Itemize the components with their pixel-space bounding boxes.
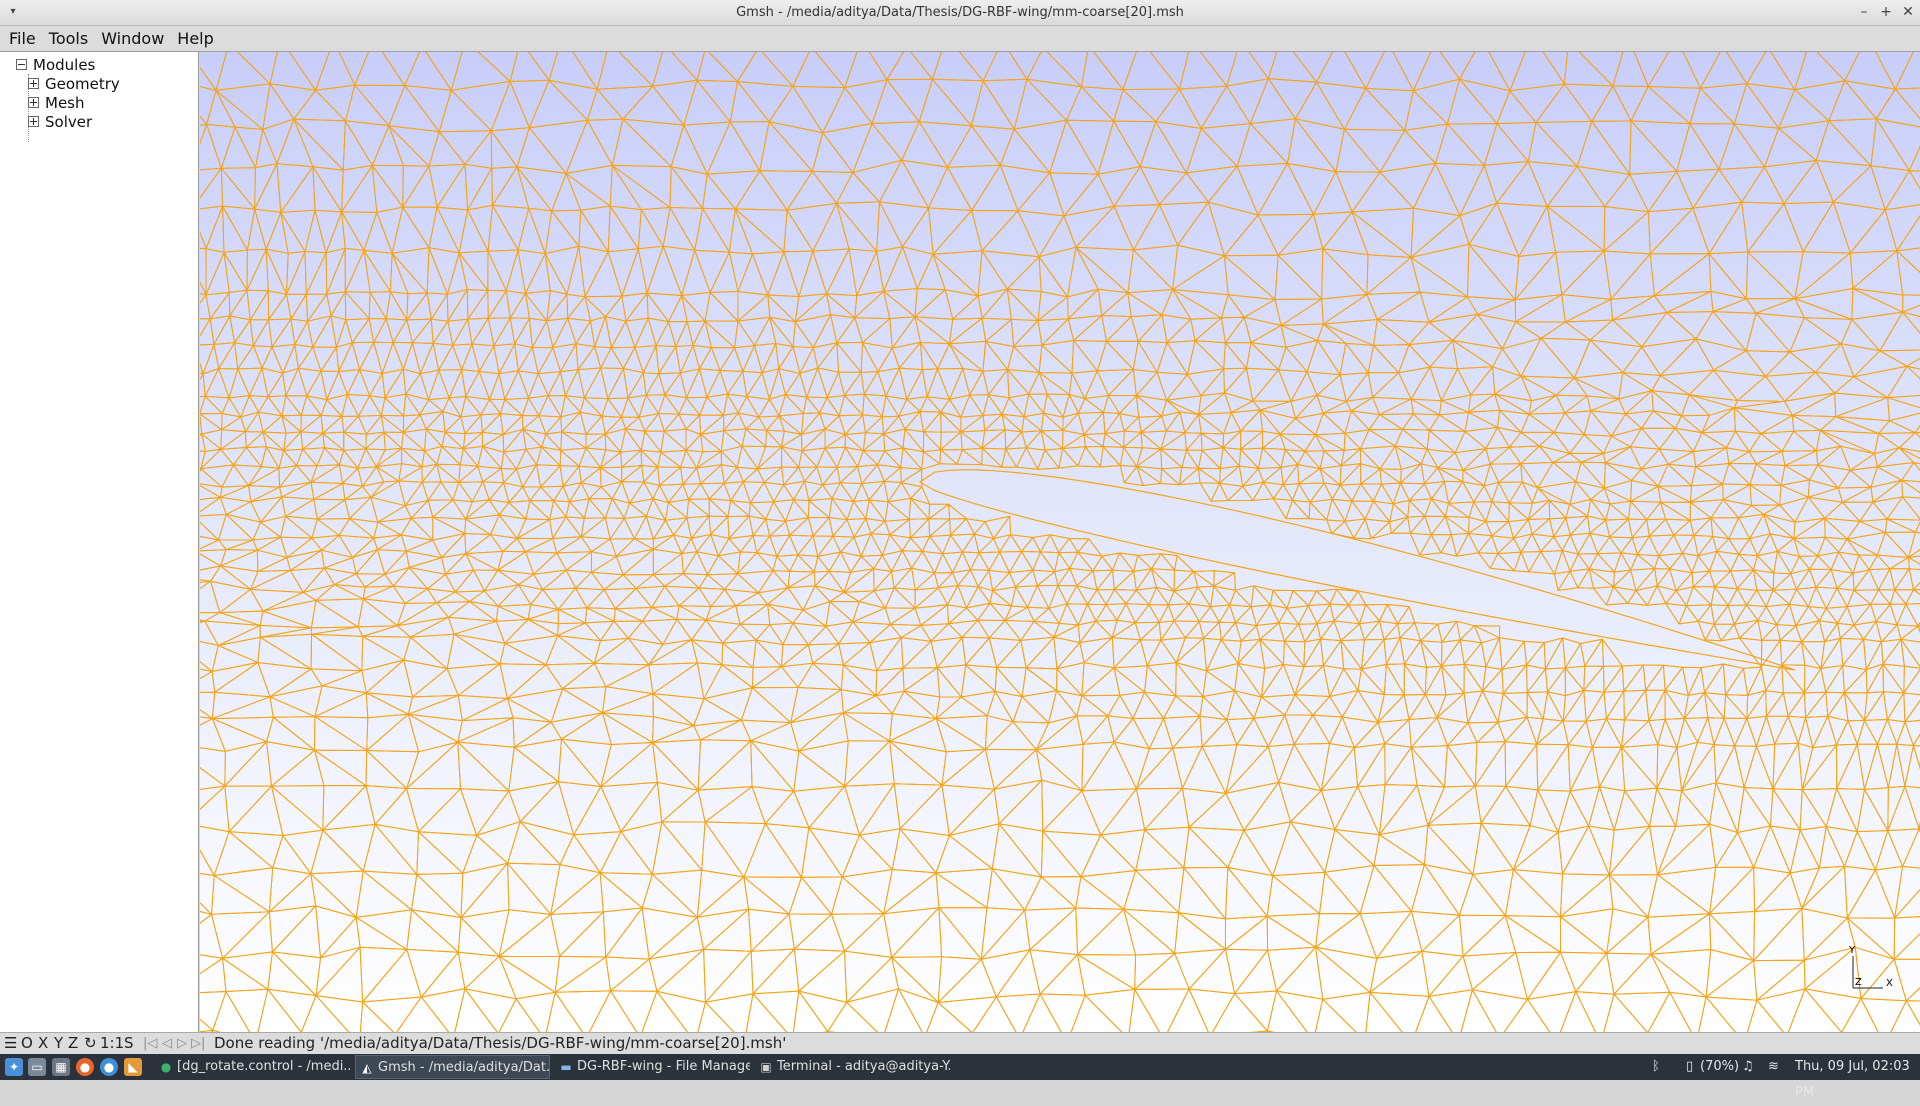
- task-gmsh[interactable]: ◭Gmsh - /media/aditya/Dat...: [355, 1055, 550, 1079]
- app-launcher-icon[interactable]: ◣: [124, 1058, 142, 1076]
- expand-icon[interactable]: [28, 116, 39, 127]
- tree-item-geometry[interactable]: Geometry: [28, 75, 120, 94]
- tree-item-label: Mesh: [45, 94, 85, 112]
- mesh-canvas: [200, 52, 1920, 1032]
- window-title: Gmsh - /media/aditya/Data/Thesis/DG-RBF-…: [0, 5, 1920, 20]
- terminal-icon: ▣: [758, 1059, 774, 1075]
- nav-last-icon[interactable]: ▷|: [191, 1033, 205, 1054]
- wifi-icon[interactable]: ≋: [1768, 1054, 1779, 1080]
- tree-item-modules[interactable]: Modules: [16, 56, 95, 75]
- nav-next-icon[interactable]: ▷: [177, 1033, 187, 1054]
- file-manager-icon[interactable]: ▭: [28, 1058, 46, 1076]
- menu-file[interactable]: File: [5, 26, 40, 51]
- view-s-button[interactable]: S: [124, 1033, 134, 1054]
- x-axis-label: X: [1886, 978, 1893, 989]
- battery-level: (70%): [1700, 1054, 1739, 1080]
- gmsh-icon: ◭: [359, 1060, 375, 1076]
- status-bar: ☰ O X Y Z ↻ 1:1 S |◁ ◁ ▷ ▷| Done reading…: [0, 1032, 1920, 1054]
- nav-first-icon[interactable]: |◁: [143, 1033, 157, 1054]
- status-menu-icon[interactable]: ☰: [4, 1033, 17, 1054]
- battery-icon[interactable]: ▯: [1686, 1054, 1693, 1080]
- nav-prev-icon[interactable]: ◁: [162, 1033, 172, 1054]
- expand-icon[interactable]: [28, 97, 39, 108]
- tree-item-mesh[interactable]: Mesh: [28, 94, 85, 113]
- start-menu-icon[interactable]: ✦: [5, 1058, 23, 1076]
- close-button[interactable]: ✕: [1898, 2, 1918, 22]
- task-label: DG-RBF-wing - File Manager: [577, 1059, 750, 1074]
- clock: Thu, 09 Jul, 02:03 PM: [1795, 1054, 1920, 1106]
- bluetooth-icon[interactable]: ᛒ: [1652, 1054, 1660, 1080]
- graphics-viewport[interactable]: Y Z X: [200, 52, 1920, 1032]
- z-axis-label: Z: [1855, 977, 1862, 988]
- task-label: [dg_rotate.control - /medi...: [177, 1059, 350, 1074]
- view-y-button[interactable]: Y: [54, 1033, 63, 1054]
- menu-window[interactable]: Window: [97, 26, 168, 51]
- taskbar: ✦ ▭ ▦ ● ● ◣ ●[dg_rotate.control - /medi.…: [0, 1054, 1920, 1080]
- browser-icon[interactable]: ●: [100, 1058, 118, 1076]
- view-z-button[interactable]: Z: [68, 1033, 78, 1054]
- rotate-icon[interactable]: ↻: [84, 1033, 97, 1054]
- minimize-button[interactable]: –: [1854, 2, 1874, 22]
- editor-icon: ●: [158, 1059, 174, 1075]
- mesh-lines: [200, 52, 1920, 1032]
- task-terminal[interactable]: ▣Terminal - aditya@aditya-Y...: [755, 1055, 950, 1079]
- task-file-manager[interactable]: ▬DG-RBF-wing - File Manager: [555, 1055, 750, 1079]
- tree-item-label: Solver: [45, 113, 92, 131]
- tree-item-label: Geometry: [45, 75, 120, 93]
- firefox-icon[interactable]: ●: [76, 1058, 94, 1076]
- y-axis-label: Y: [1848, 946, 1856, 956]
- task-label: Terminal - aditya@aditya-Y...: [777, 1059, 950, 1074]
- axes-indicator: Y Z X: [1845, 946, 1895, 996]
- volume-icon[interactable]: ♫: [1742, 1054, 1754, 1080]
- menu-help[interactable]: Help: [173, 26, 217, 51]
- scale-button[interactable]: 1:1: [100, 1033, 124, 1054]
- menu-tools[interactable]: Tools: [45, 26, 92, 51]
- status-message: Done reading '/media/aditya/Data/Thesis/…: [214, 1033, 786, 1054]
- task-label: Gmsh - /media/aditya/Dat...: [378, 1060, 550, 1075]
- menu-bar: FileToolsWindowHelp: [0, 26, 1920, 52]
- maximize-button[interactable]: +: [1876, 2, 1896, 22]
- tree-item-solver[interactable]: Solver: [28, 113, 92, 132]
- title-bar: ▾ Gmsh - /media/aditya/Data/Thesis/DG-RB…: [0, 0, 1920, 26]
- task-dg-rotate[interactable]: ●[dg_rotate.control - /medi...: [155, 1055, 350, 1079]
- view-o-button[interactable]: O: [21, 1033, 33, 1054]
- tree-item-label: Modules: [33, 56, 95, 74]
- view-x-button[interactable]: X: [38, 1033, 48, 1054]
- module-tree: Modules Geometry Mesh Solver ⚙▽: [0, 52, 199, 1032]
- collapse-icon[interactable]: [16, 59, 27, 70]
- expand-icon[interactable]: [28, 78, 39, 89]
- folder-icon: ▬: [558, 1059, 574, 1075]
- calculator-icon[interactable]: ▦: [52, 1058, 70, 1076]
